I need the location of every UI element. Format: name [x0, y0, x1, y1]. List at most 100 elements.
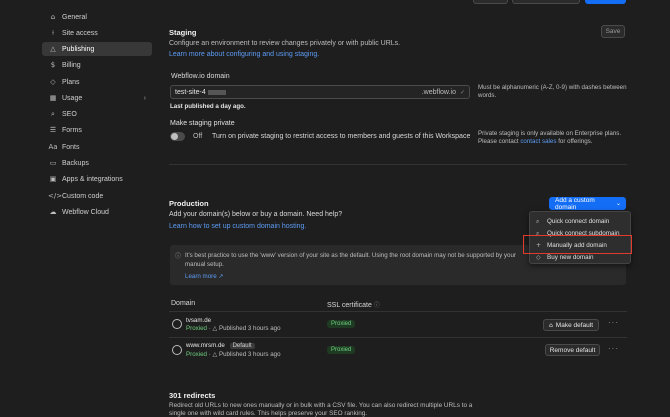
contact-suffix: for offerings.: [558, 138, 593, 145]
lock-icon: ⍿: [52, 28, 54, 37]
menu-item-label: Buy new domain: [547, 254, 594, 261]
add-domain-label: Add a custom domain: [555, 196, 595, 211]
sidebar-item-publishing[interactable]: △ Publishing: [42, 42, 152, 56]
dollar-icon: $: [50, 61, 56, 69]
redacted-text: [207, 89, 226, 95]
sidebar-item-billing[interactable]: $ Billing: [42, 58, 152, 72]
check-icon: ✓: [459, 88, 465, 96]
chevron-down-icon: ⌄: [615, 200, 621, 207]
sidebar-item-backups[interactable]: ▭ Backups: [42, 156, 152, 170]
make-default-button[interactable]: ⌂ Make default: [543, 319, 599, 331]
sidebar-item-label: Webflow Cloud: [62, 208, 109, 216]
contact-sales-link[interactable]: contact sales: [520, 138, 556, 145]
add-custom-domain-button[interactable]: Add a custom domain ⌄: [549, 196, 626, 211]
table-header-divider: [169, 311, 627, 312]
more-options-icon[interactable]: ···: [608, 318, 619, 327]
sidebar-item-webflow-cloud[interactable]: ☁ Webflow Cloud: [42, 205, 152, 219]
cloud-icon: ☁: [49, 208, 57, 216]
sidebar-item-apps[interactable]: ▣ Apps & integrations: [42, 172, 152, 186]
remove-default-button[interactable]: Remove default: [545, 344, 600, 356]
enterprise-note: Private staging is only available on Ent…: [478, 130, 622, 137]
top-primary-button[interactable]: [585, 0, 626, 4]
domain-label: Webflow.io domain: [171, 73, 230, 80]
quick-connect-domain-item[interactable]: ⌕ Quick connect domain: [530, 216, 630, 227]
redirects-description-2: single one with wild card rules. This he…: [169, 410, 368, 417]
top-secondary-button[interactable]: [473, 0, 508, 4]
sidebar-item-label: Apps & integrations: [62, 175, 123, 183]
domain-value: test-site-4: [175, 88, 206, 96]
code-icon: </>: [48, 192, 63, 200]
domain-hint: Must be alphanumeric (A-Z, 0-9) with das…: [478, 84, 627, 99]
sidebar-item-label: Forms: [62, 126, 82, 134]
globe-icon: [172, 319, 182, 329]
domain-name: tvsam.de: [186, 317, 212, 324]
settings-sidebar: ⌂ General ⍿ Site access △ Publishing $ Billi…: [0, 0, 160, 417]
production-description: Add your domain(s) below or buy a domain…: [169, 211, 343, 218]
usage-icon: ▦: [49, 94, 57, 102]
setup-domain-link[interactable]: Learn how to set up custom domain hostin…: [169, 223, 306, 230]
sidebar-item-label: Publishing: [62, 45, 95, 53]
contact-prefix: Please contact: [478, 138, 519, 145]
backup-icon: ▭: [49, 159, 57, 167]
published-icon: · △: [208, 325, 219, 332]
sidebar-item-custom-code[interactable]: </> Custom code: [42, 189, 152, 203]
plans-icon: ◇: [50, 78, 56, 86]
domain-status-line: Proxied · △ Published 3 hours ago: [186, 325, 281, 332]
sidebar-item-plans[interactable]: ◇ Plans: [42, 75, 152, 89]
toggle-description: Turn on private staging to restrict acce…: [212, 133, 471, 140]
staging-description: Configure an environment to review chang…: [169, 40, 401, 47]
sidebar-item-site-access[interactable]: ⍿ Site access: [42, 26, 152, 40]
home-icon: ⌂: [50, 13, 56, 21]
private-staging-toggle[interactable]: [170, 132, 185, 141]
webflow-domain-input[interactable]: test-site-4 .webflow.io ✓: [170, 85, 470, 99]
apps-icon: ▣: [49, 175, 57, 183]
sidebar-item-label: Plans: [62, 78, 80, 86]
globe-icon: [172, 345, 182, 355]
last-published: Last published a day ago.: [170, 103, 246, 110]
publish-icon: △: [50, 45, 56, 53]
menu-item-label: Quick connect domain: [547, 218, 610, 225]
home-icon: ⌂: [548, 321, 553, 329]
sidebar-item-label: Usage: [62, 94, 83, 102]
sidebar-item-label: Custom code: [62, 192, 104, 200]
save-button[interactable]: Save: [601, 25, 625, 38]
contact-note: Please contact contact sales for offerin…: [478, 138, 592, 145]
notice-text-2: manual setup.: [185, 261, 224, 268]
notice-text: It's best practice to use the 'www' vers…: [185, 252, 516, 259]
sidebar-item-label: Billing: [62, 61, 81, 69]
sidebar-item-label: SEO: [62, 110, 77, 118]
sidebar-item-forms[interactable]: ☰ Forms: [42, 123, 152, 137]
tag-icon: ◇: [536, 254, 541, 261]
staging-learn-link[interactable]: Learn more about configuring and using s…: [169, 51, 319, 58]
domain-name-line: www.mrsm.de Default: [186, 342, 255, 349]
sidebar-item-usage[interactable]: ▦ Usage ›: [42, 91, 152, 105]
more-options-icon[interactable]: ···: [608, 344, 619, 353]
col-domain-header: Domain: [171, 300, 196, 307]
default-badge: Default: [229, 343, 255, 349]
info-icon: ⓘ: [175, 253, 182, 260]
sidebar-item-label: Backups: [62, 159, 89, 167]
notice-learn-more-link[interactable]: Learn more ↗: [185, 273, 224, 280]
top-secondary-button-2[interactable]: [512, 0, 580, 4]
ssl-status-badge: Proxied: [327, 320, 356, 328]
ssl-status-badge: Proxied: [327, 346, 356, 354]
domain-name: www.mrsm.de: [186, 342, 225, 349]
domain-status-line: Proxied · △ Published 3 hours ago: [186, 351, 281, 358]
published-icon: · △: [208, 351, 219, 358]
row-divider: [169, 337, 627, 338]
sidebar-item-fonts[interactable]: Aa Fonts: [42, 140, 152, 154]
sidebar-item-general[interactable]: ⌂ General: [42, 10, 152, 24]
production-title: Production: [169, 199, 209, 208]
domain-status: Proxied: [186, 351, 207, 358]
search-icon: ⌕: [51, 109, 55, 118]
private-staging-label: Make staging private: [170, 120, 235, 127]
font-icon: Aa: [48, 143, 58, 151]
domain-suffix: .webflow.io: [421, 88, 456, 96]
sidebar-item-label: General: [62, 13, 87, 21]
redirects-title: 301 redirects: [169, 391, 216, 400]
published-time: Published 3 hours ago: [218, 351, 281, 358]
search-icon: ⌕: [536, 217, 540, 225]
sidebar-item-seo[interactable]: ⌕ SEO: [42, 107, 152, 121]
info-icon: ⓘ: [373, 302, 380, 309]
section-divider: [169, 164, 627, 165]
